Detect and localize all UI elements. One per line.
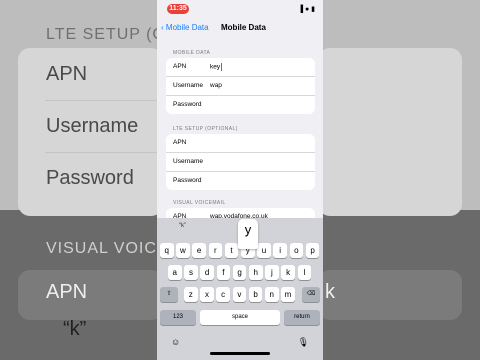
lte-username-row[interactable]: Username bbox=[166, 153, 315, 172]
bg-card-right-bottom bbox=[318, 270, 462, 320]
key-a[interactable]: a bbox=[168, 265, 182, 280]
nav-bar: ‹ Mobile Data Mobile Data bbox=[157, 18, 323, 38]
key-n[interactable]: n bbox=[265, 287, 279, 302]
lte-apn-row[interactable]: APN bbox=[166, 134, 315, 153]
key-v[interactable]: v bbox=[232, 287, 247, 302]
numbers-key[interactable]: 123 bbox=[160, 310, 196, 325]
bg-apn2: APN bbox=[46, 281, 88, 303]
password-label: Password bbox=[173, 101, 202, 108]
delete-key[interactable]: ⌫ bbox=[302, 287, 320, 302]
username-field[interactable]: wap bbox=[210, 82, 222, 89]
chevron-left-icon: ‹ bbox=[161, 23, 164, 32]
key-q[interactable]: q bbox=[160, 243, 174, 258]
password-row[interactable]: Password bbox=[166, 96, 315, 114]
apn-label: APN bbox=[173, 63, 187, 70]
username-label: Username bbox=[173, 82, 203, 89]
apn-field[interactable]: key bbox=[210, 63, 222, 71]
bg-apn: APN bbox=[46, 63, 88, 85]
key-x[interactable]: x bbox=[200, 287, 214, 302]
visual-voicemail-header: VISUAL VOICEMAIL bbox=[173, 200, 226, 206]
lte-password-row[interactable]: Password bbox=[166, 172, 315, 190]
return-key[interactable]: return bbox=[284, 310, 320, 325]
key-z[interactable]: z bbox=[184, 287, 198, 302]
page-title: Mobile Data bbox=[221, 23, 266, 32]
status-time: 11:35 bbox=[167, 4, 189, 14]
key-k[interactable]: k bbox=[281, 265, 295, 280]
back-label: Mobile Data bbox=[165, 23, 209, 32]
key-popup: y bbox=[238, 219, 258, 249]
key-r[interactable]: r bbox=[208, 243, 223, 258]
bg-password: Password bbox=[46, 167, 134, 189]
back-button[interactable]: ‹ Mobile Data bbox=[161, 23, 209, 32]
key-u[interactable]: u bbox=[257, 243, 271, 258]
key-b[interactable]: b bbox=[248, 287, 263, 302]
suggestion-item[interactable]: “k” bbox=[179, 223, 186, 229]
bg-key-bubble: “k” bbox=[63, 318, 87, 340]
key-w[interactable]: w bbox=[176, 243, 190, 258]
bg-right-edge: k bbox=[325, 281, 335, 303]
lte-username-label: Username bbox=[173, 158, 203, 165]
key-p[interactable]: p bbox=[305, 243, 320, 258]
key-g[interactable]: g bbox=[232, 265, 247, 280]
key-e[interactable]: e bbox=[192, 243, 206, 258]
phone-screen: 11:35 ▐ ● ▮ ‹ Mobile Data Mobile Data MO… bbox=[157, 0, 323, 360]
key-i[interactable]: i bbox=[273, 243, 287, 258]
key-o[interactable]: o bbox=[289, 243, 304, 258]
space-key[interactable]: space bbox=[200, 310, 280, 325]
key-j[interactable]: j bbox=[265, 265, 279, 280]
mobile-data-group: APN key Username wap Password bbox=[166, 58, 315, 114]
apn-row[interactable]: APN key bbox=[166, 58, 315, 77]
key-m[interactable]: m bbox=[281, 287, 295, 302]
text-caret bbox=[221, 63, 222, 71]
shift-key[interactable]: ⇧ bbox=[160, 287, 178, 302]
key-l[interactable]: l bbox=[297, 265, 312, 280]
status-icons: ▐ ● ▮ bbox=[298, 6, 315, 13]
lte-setup-group: APN Username Password bbox=[166, 134, 315, 190]
key-h[interactable]: h bbox=[249, 265, 263, 280]
key-s[interactable]: s bbox=[184, 265, 198, 280]
username-row[interactable]: Username wap bbox=[166, 77, 315, 96]
key-t[interactable]: t bbox=[224, 243, 239, 258]
bg-card-left-bottom bbox=[18, 270, 163, 320]
key-d[interactable]: d bbox=[200, 265, 214, 280]
microphone-icon[interactable]: 🎙 bbox=[298, 337, 309, 348]
key-f[interactable]: f bbox=[216, 265, 231, 280]
bg-card-right bbox=[318, 48, 462, 216]
bg-divider bbox=[45, 152, 163, 153]
mobile-data-header: MOBILE DATA bbox=[173, 50, 211, 56]
bg-username: Username bbox=[46, 115, 139, 137]
key-c[interactable]: c bbox=[216, 287, 230, 302]
home-indicator bbox=[210, 352, 270, 355]
emoji-icon[interactable]: ☺ bbox=[171, 337, 180, 347]
lte-password-label: Password bbox=[173, 177, 202, 184]
lte-apn-label: APN bbox=[173, 139, 187, 146]
bg-divider bbox=[45, 100, 163, 101]
status-bar: 11:35 ▐ ● ▮ bbox=[157, 0, 323, 16]
lte-setup-header: LTE SETUP (OPTIONAL) bbox=[173, 126, 238, 132]
